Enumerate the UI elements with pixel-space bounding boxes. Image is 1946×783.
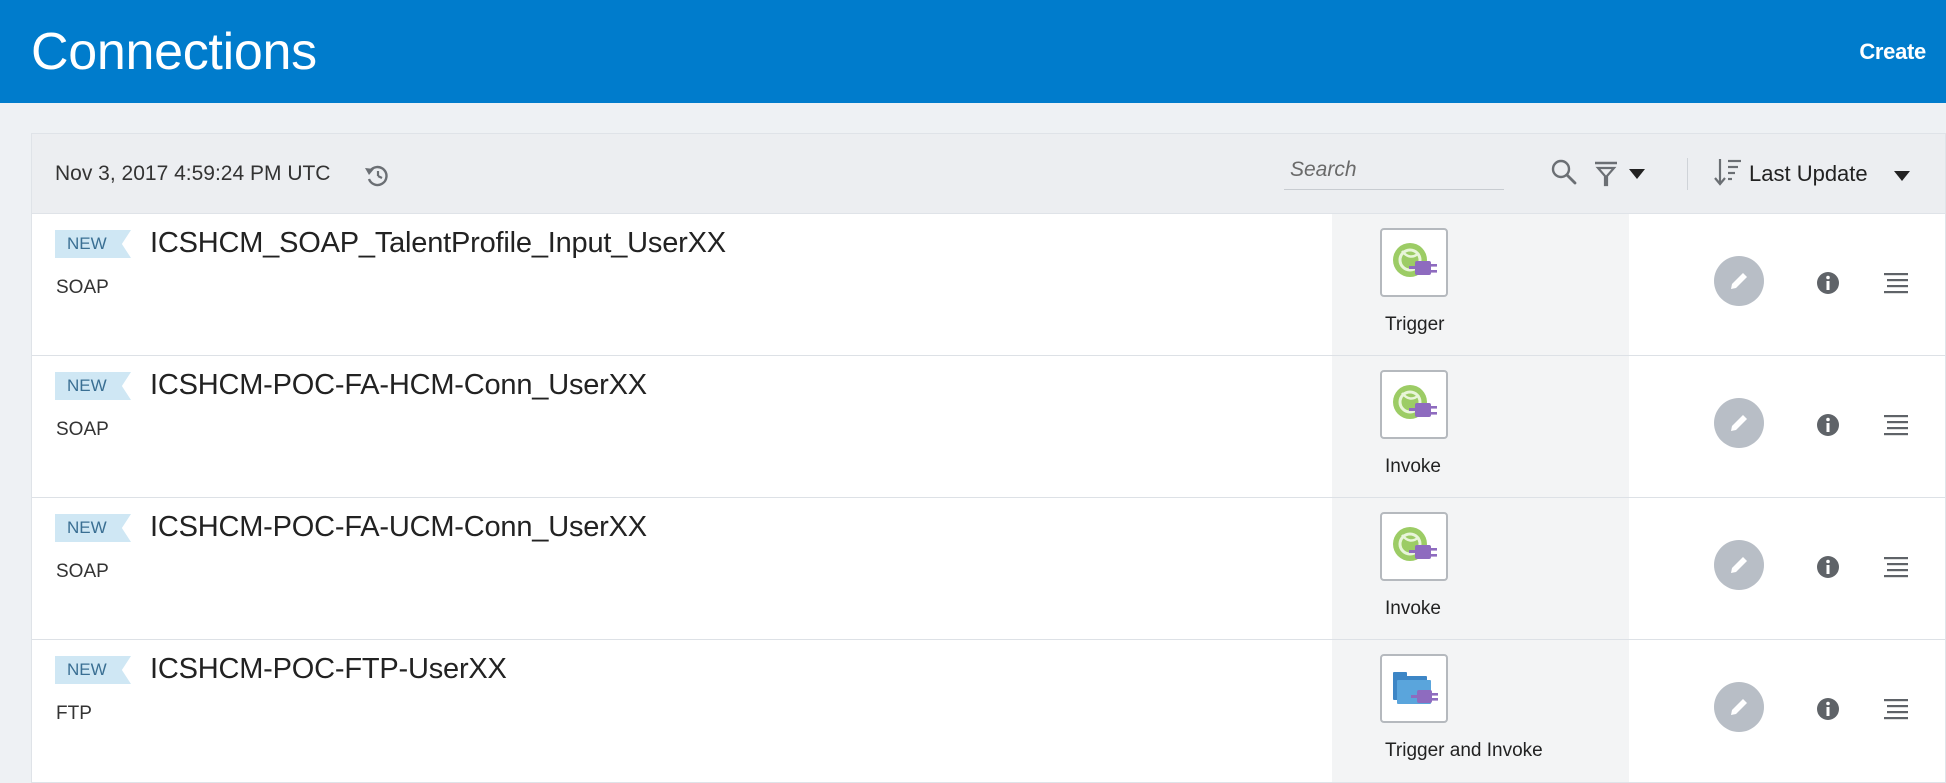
connection-role-label: Invoke [1385,598,1441,619]
connection-role-cell: Trigger and Invoke [1332,640,1629,782]
connection-type: SOAP [56,419,109,440]
ftp-folder-plug-icon [1393,671,1438,704]
new-badge: NEW [55,514,131,542]
new-badge: NEW [55,372,131,400]
connection-row[interactable]: NEW ICSHCM_SOAP_TalentProfile_Input_User… [32,214,1945,356]
info-icon[interactable] [1816,555,1840,579]
new-badge: NEW [55,656,131,684]
connection-name-link[interactable]: ICSHCM-POC-FA-UCM-Conn_UserXX [150,511,647,544]
filter-dropdown-chevron-down-icon[interactable] [1629,169,1645,179]
sort-chevron-down-icon[interactable] [1894,171,1910,181]
connection-role-cell: Trigger [1332,214,1629,355]
toolbar-divider [1687,158,1688,190]
search-box [1284,151,1504,190]
list-toolbar: Nov 3, 2017 4:59:24 PM UTC Search Last U… [32,134,1945,214]
search-input[interactable] [1284,151,1504,189]
actions-menu-icon[interactable] [1884,414,1908,436]
refresh-icon[interactable] [362,160,392,190]
connection-role-label: Invoke [1385,456,1441,477]
page-header: Connections Create [0,0,1946,103]
connection-type: FTP [56,703,92,724]
edit-button[interactable] [1714,398,1764,448]
adapter-icon-box [1380,370,1448,439]
connection-role-cell: Invoke [1332,498,1629,639]
adapter-icon-box [1380,654,1448,723]
connection-role-label: Trigger [1385,314,1445,335]
connection-row[interactable]: NEW ICSHCM-POC-FTP-UserXX FTP Trigger an… [32,640,1945,782]
edit-button[interactable] [1714,256,1764,306]
info-icon[interactable] [1816,271,1840,295]
adapter-icon-box [1380,228,1448,297]
last-refresh-timestamp: Nov 3, 2017 4:59:24 PM UTC [55,162,331,185]
soap-globe-plug-icon [1393,242,1437,277]
connection-role-label: Trigger and Invoke [1385,740,1543,761]
connection-type: SOAP [56,277,109,298]
info-icon[interactable] [1816,697,1840,721]
connection-row[interactable]: NEW ICSHCM-POC-FA-HCM-Conn_UserXX SOAP I… [32,356,1945,498]
connection-row[interactable]: NEW ICSHCM-POC-FA-UCM-Conn_UserXX SOAP I… [32,498,1945,640]
connection-role-cell: Invoke [1332,356,1629,497]
create-button[interactable]: Create [1859,39,1926,65]
pencil-icon [1731,273,1747,289]
page-title: Connections [31,22,317,81]
connection-name-link[interactable]: ICSHCM-POC-FTP-UserXX [150,653,507,686]
connection-name-link[interactable]: ICSHCM-POC-FA-HCM-Conn_UserXX [150,369,647,402]
pencil-icon [1731,699,1747,715]
actions-menu-icon[interactable] [1884,556,1908,578]
connection-type: SOAP [56,561,109,582]
search-icon[interactable] [1550,158,1578,186]
actions-menu-icon[interactable] [1884,698,1908,720]
adapter-icon-box [1380,512,1448,581]
connection-name-link[interactable]: ICSHCM_SOAP_TalentProfile_Input_UserXX [150,227,726,260]
info-icon[interactable] [1816,413,1840,437]
sort-by-select[interactable]: Last Update [1749,161,1868,187]
soap-globe-plug-icon [1393,384,1437,419]
new-badge: NEW [55,230,131,258]
sort-icon[interactable] [1713,156,1743,188]
connections-panel: Nov 3, 2017 4:59:24 PM UTC Search Last U… [31,133,1946,783]
actions-menu-icon[interactable] [1884,272,1908,294]
edit-button[interactable] [1714,540,1764,590]
edit-button[interactable] [1714,682,1764,732]
filter-icon[interactable] [1592,158,1620,188]
pencil-icon [1731,415,1747,431]
soap-globe-plug-icon [1393,526,1437,561]
pencil-icon [1731,557,1747,573]
